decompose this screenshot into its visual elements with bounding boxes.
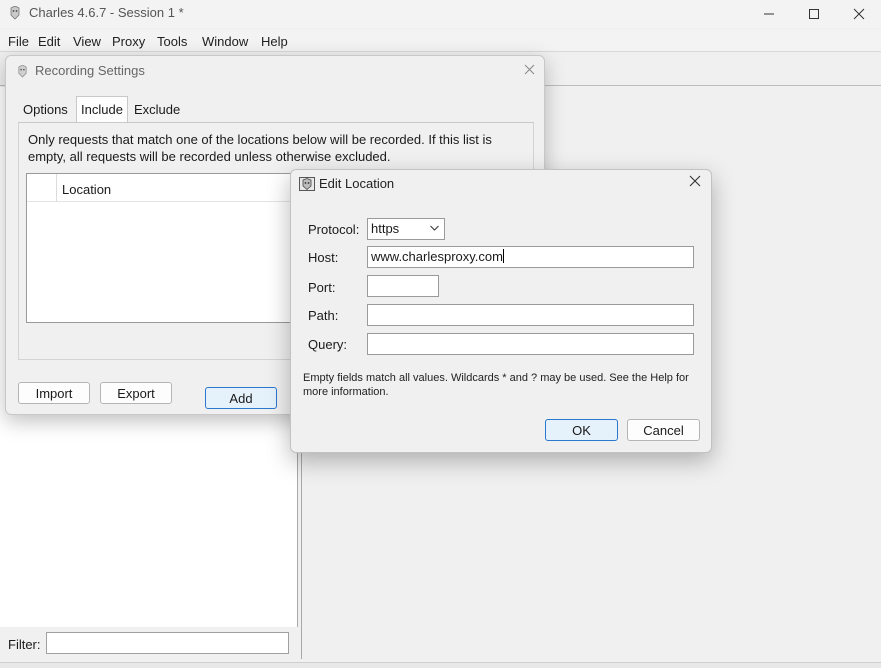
table-header: Location <box>27 174 315 202</box>
window-title: Charles 4.6.7 - Session 1 * <box>29 5 184 20</box>
host-label: Host: <box>308 250 339 265</box>
title-bar: Charles 4.6.7 - Session 1 * <box>0 0 881 28</box>
chevron-down-icon <box>430 225 439 231</box>
protocol-select[interactable]: https <box>367 218 445 240</box>
ok-button[interactable]: OK <box>545 419 618 441</box>
protocol-label: Protocol: <box>308 222 360 237</box>
port-label: Port: <box>308 280 336 295</box>
minimize-button[interactable] <box>746 0 792 28</box>
menu-file[interactable]: File <box>8 34 29 49</box>
maximize-icon <box>809 9 819 19</box>
menu-window[interactable]: Window <box>202 34 248 49</box>
close-window-button[interactable] <box>836 0 881 28</box>
protocol-value: https <box>371 221 400 236</box>
column-header-location[interactable]: Location <box>62 182 111 197</box>
charles-app-icon <box>10 6 20 20</box>
edit-location-dialog: Edit Location Protocol: https Host: www.… <box>290 169 712 453</box>
charles-app-icon <box>18 65 27 78</box>
menu-proxy[interactable]: Proxy <box>112 34 145 49</box>
column-separator <box>56 174 57 202</box>
path-label: Path: <box>308 308 339 323</box>
tab-options[interactable]: Options <box>19 98 72 122</box>
close-dialog-button[interactable] <box>689 174 701 192</box>
dialog-title: Edit Location <box>319 176 395 191</box>
query-input[interactable] <box>367 333 694 355</box>
menu-help[interactable]: Help <box>261 34 288 49</box>
host-input[interactable]: www.charlesproxy.com <box>367 246 694 268</box>
menu-tools[interactable]: Tools <box>157 34 187 49</box>
close-icon <box>853 8 865 20</box>
add-button[interactable]: Add <box>205 387 277 409</box>
dialog-title: Recording Settings <box>35 63 145 78</box>
tab-exclude[interactable]: Exclude <box>130 98 184 122</box>
minimize-icon <box>764 13 774 15</box>
menu-edit[interactable]: Edit <box>38 34 60 49</box>
text-caret <box>502 249 504 263</box>
import-button[interactable]: Import <box>18 382 90 404</box>
menu-view[interactable]: View <box>73 34 101 49</box>
tab-include[interactable]: Include <box>76 96 128 123</box>
cancel-button[interactable]: Cancel <box>627 419 700 441</box>
menu-bar: File Edit View Proxy Tools Window Help <box>0 30 881 52</box>
port-input[interactable] <box>367 275 439 297</box>
path-input[interactable] <box>367 304 694 326</box>
filter-bar: Filter: <box>0 628 298 662</box>
close-dialog-button[interactable] <box>524 62 535 79</box>
query-label: Query: <box>308 337 348 352</box>
wildcard-hint: Empty fields match all values. Wildcards… <box>303 372 689 398</box>
export-button[interactable]: Export <box>100 382 172 404</box>
status-bar <box>0 662 881 668</box>
host-value: www.charlesproxy.com <box>371 249 503 264</box>
maximize-button[interactable] <box>791 0 837 28</box>
location-table[interactable]: Location <box>26 173 316 323</box>
close-icon <box>689 175 701 187</box>
filter-input[interactable] <box>46 632 289 654</box>
filter-label: Filter: <box>8 637 41 652</box>
charles-app-icon <box>299 177 315 191</box>
include-description: Only requests that match one of the loca… <box>28 132 492 164</box>
close-icon <box>524 64 535 75</box>
